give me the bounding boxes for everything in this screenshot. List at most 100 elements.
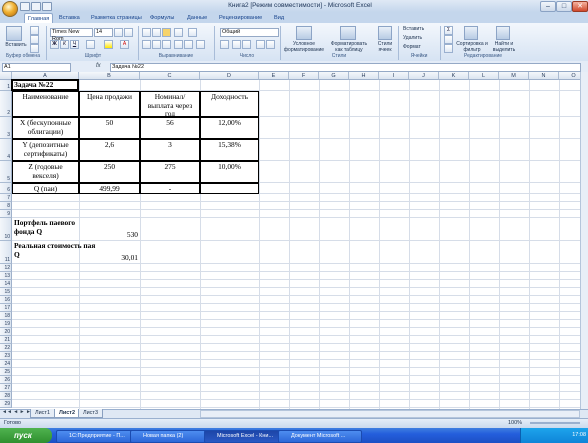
cut-icon[interactable]	[30, 26, 39, 35]
column-header-N[interactable]: N	[529, 72, 559, 80]
save-icon[interactable]	[20, 2, 30, 11]
tab-insert[interactable]: Вставка	[56, 13, 83, 23]
cell-d6[interactable]	[200, 183, 259, 194]
row-header-7[interactable]: 7	[0, 194, 12, 202]
cell-b2[interactable]: Цена продажи	[79, 91, 140, 117]
tab-review[interactable]: Рецензирование	[216, 13, 265, 23]
horizontal-scrollbar[interactable]	[200, 410, 580, 418]
copy-icon[interactable]	[30, 35, 39, 44]
row-header-2[interactable]: 2	[0, 91, 12, 117]
column-header-B[interactable]: B	[79, 72, 140, 80]
cell-a1[interactable]: Задача №22	[12, 80, 99, 91]
row-header-10[interactable]: 10	[0, 218, 12, 241]
row-header-20[interactable]: 20	[0, 328, 12, 336]
undo-icon[interactable]	[31, 2, 41, 11]
close-button[interactable]: ✕	[572, 1, 588, 12]
row-header-12[interactable]: 12	[0, 264, 12, 272]
autosum-icon[interactable]: Σ	[444, 26, 453, 35]
row-header-17[interactable]: 17	[0, 304, 12, 312]
shrink-font-icon[interactable]	[124, 28, 133, 37]
tab-data[interactable]: Данные	[184, 13, 210, 23]
row-header-21[interactable]: 21	[0, 336, 12, 344]
indent-increase-icon[interactable]	[184, 40, 193, 49]
conditional-format-button[interactable]: Условное форматирование	[282, 40, 326, 54]
find-select-button[interactable]: Найти и выделить	[488, 40, 520, 54]
fill-color-icon[interactable]	[104, 40, 113, 49]
font-size-box[interactable]: 14	[94, 28, 113, 37]
row-header-14[interactable]: 14	[0, 280, 12, 288]
cell-b4[interactable]: 2,6	[79, 139, 140, 161]
row-header-19[interactable]: 19	[0, 320, 12, 328]
italic-button[interactable]: К	[60, 40, 69, 49]
row-header-24[interactable]: 24	[0, 360, 12, 368]
maximize-button[interactable]: □	[556, 1, 572, 12]
column-header-A[interactable]: A	[12, 72, 79, 80]
column-header-M[interactable]: M	[499, 72, 529, 80]
cell-a4[interactable]: Y (депозитные сертификаты)	[12, 139, 79, 161]
align-top-icon[interactable]	[142, 28, 151, 37]
column-header-F[interactable]: F	[289, 72, 319, 80]
wrap-text-icon[interactable]	[188, 28, 197, 37]
align-middle-icon[interactable]	[152, 28, 161, 37]
cell-styles-button[interactable]: Стили ячеек	[370, 40, 400, 54]
cell-d2[interactable]: Доходность	[200, 91, 259, 117]
percent-icon[interactable]	[232, 40, 241, 49]
task-word[interactable]: Документ Microsoft ...	[278, 430, 362, 443]
format-painter-icon[interactable]	[30, 44, 39, 53]
cell-styles-icon[interactable]	[378, 26, 392, 40]
format-table-icon[interactable]	[340, 26, 356, 40]
underline-button[interactable]: Ч	[70, 40, 79, 49]
task-folder[interactable]: Новая папка (2)	[130, 430, 214, 443]
align-center-icon[interactable]	[152, 40, 161, 49]
align-bottom-icon[interactable]	[162, 28, 171, 37]
clear-icon[interactable]	[444, 44, 453, 53]
cell-b11[interactable]: 30,01	[79, 241, 140, 264]
cell-c5[interactable]: 275	[140, 161, 200, 183]
zoom-level[interactable]: 100%	[508, 418, 522, 428]
column-header-K[interactable]: K	[439, 72, 469, 80]
row-header-1[interactable]: 1	[0, 80, 12, 91]
task-excel[interactable]: Microsoft Excel - Кни...	[204, 430, 288, 443]
row-header-4[interactable]: 4	[0, 139, 12, 161]
sort-filter-button[interactable]: Сортировка и фильтр	[454, 40, 490, 54]
row-header-28[interactable]: 28	[0, 392, 12, 400]
column-header-H[interactable]: H	[349, 72, 379, 80]
column-header-L[interactable]: L	[469, 72, 499, 80]
row-header-16[interactable]: 16	[0, 296, 12, 304]
cell-c4[interactable]: 3	[140, 139, 200, 161]
orientation-icon[interactable]	[174, 28, 183, 37]
thousands-icon[interactable]	[242, 40, 251, 49]
row-header-29[interactable]: 29	[0, 400, 12, 408]
cell-a6[interactable]: Q (паи)	[12, 183, 79, 194]
sheet-tab-1[interactable]: Лист1	[30, 409, 56, 418]
cell-b6[interactable]: 499,99	[79, 183, 140, 194]
bold-button[interactable]: Ж	[50, 40, 59, 49]
tab-formulas[interactable]: Формулы	[147, 13, 177, 23]
align-right-icon[interactable]	[162, 40, 171, 49]
row-header-18[interactable]: 18	[0, 312, 12, 320]
cell-b3[interactable]: 50	[79, 117, 140, 139]
worksheet-grid[interactable]: A B C D E F G H I J K L M N O 1 2 3 4 5 6 7 8 9 10 11 12 13 14 15 16 17…	[0, 72, 580, 409]
row-header-27[interactable]: 27	[0, 384, 12, 392]
row-header-22[interactable]: 22	[0, 344, 12, 352]
increase-decimal-icon[interactable]	[256, 40, 265, 49]
sheet-tab-2[interactable]: Лист2	[54, 409, 81, 418]
grow-font-icon[interactable]	[114, 28, 123, 37]
format-as-table-button[interactable]: Форматировать как таблицу	[328, 40, 370, 54]
cell-b5[interactable]: 250	[79, 161, 140, 183]
cell-c3[interactable]: 56	[140, 117, 200, 139]
row-header-6[interactable]: 6	[0, 183, 12, 194]
select-all-corner[interactable]	[0, 72, 12, 80]
paste-button[interactable]: Вставить	[2, 41, 30, 49]
cell-d5[interactable]: 10,00%	[200, 161, 259, 183]
currency-icon[interactable]	[220, 40, 229, 49]
row-header-26[interactable]: 26	[0, 376, 12, 384]
row-header-8[interactable]: 8	[0, 202, 12, 210]
format-cells-button[interactable]: Формат	[402, 43, 438, 51]
row-header-15[interactable]: 15	[0, 288, 12, 296]
fx-icon[interactable]: fx	[96, 63, 101, 69]
row-header-9[interactable]: 9	[0, 210, 12, 218]
row-header-25[interactable]: 25	[0, 368, 12, 376]
merge-center-icon[interactable]	[196, 40, 205, 49]
decrease-decimal-icon[interactable]	[266, 40, 275, 49]
